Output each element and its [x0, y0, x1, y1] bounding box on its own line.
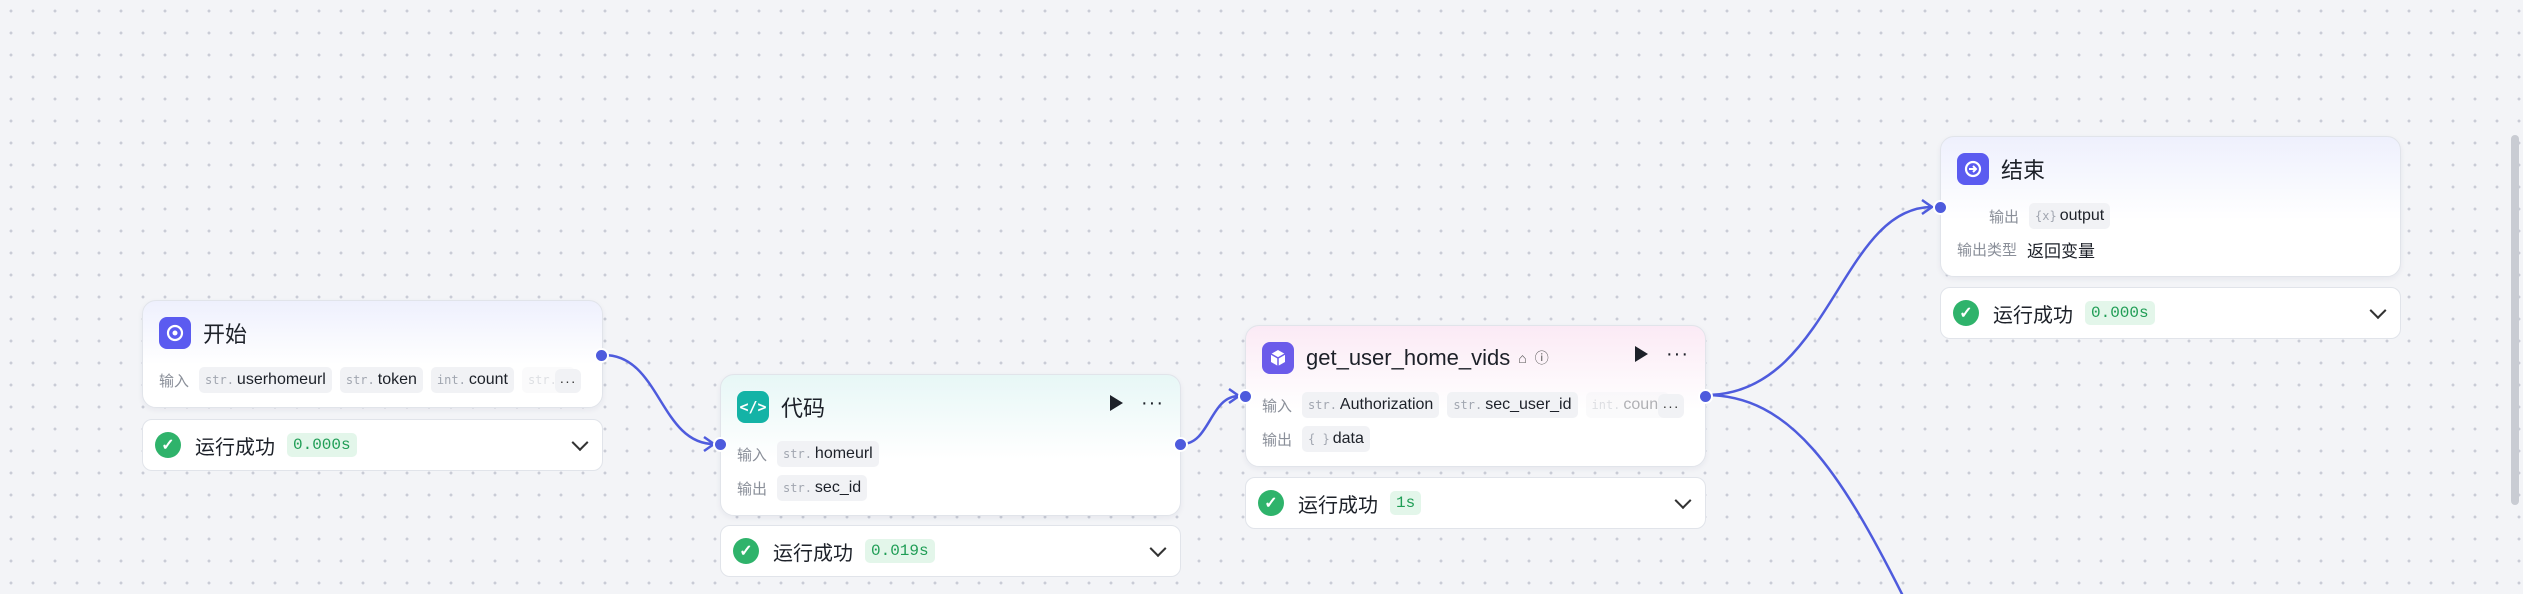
more-options-icon[interactable]: ··· [1666, 344, 1689, 364]
end-node-header: 结束 [1957, 153, 2045, 185]
more-inputs-button[interactable]: ··· [1658, 394, 1684, 418]
end-node-title: 结束 [2001, 158, 2046, 183]
start-output-port[interactable] [594, 348, 609, 363]
wire-plugin-to-offscreen [1705, 393, 1904, 594]
output-tag: {x} output [2029, 203, 2111, 229]
more-options-icon[interactable]: ··· [1141, 393, 1164, 413]
wire-plugin-to-end [1705, 205, 1933, 397]
end-input-port[interactable] [1933, 200, 1948, 215]
input-tag: str. sec_user_id [1447, 392, 1578, 418]
vertical-scrollbar[interactable] [2511, 135, 2519, 505]
code-output-port[interactable] [1173, 437, 1188, 452]
input-tag-truncated: int. count [1585, 392, 1669, 418]
chevron-down-icon[interactable] [1674, 492, 1692, 510]
arrow-plugin-to-end [1921, 198, 1935, 216]
code-icon: </> [737, 391, 769, 423]
code-node-inputs: 输入 str. homeurl [737, 441, 887, 467]
end-node-output-type: 输出类型 返回变量 [1957, 237, 2095, 262]
status-time-badge: 0.019s [865, 539, 935, 563]
plugin-input-port[interactable] [1238, 389, 1253, 404]
plugin-node-actions: ··· [1635, 344, 1689, 364]
input-tag: str. Authorization [1302, 392, 1440, 418]
input-label: 输入 [159, 372, 190, 390]
start-icon [159, 317, 191, 349]
code-input-port[interactable] [713, 437, 728, 452]
chevron-down-icon[interactable] [2369, 302, 2387, 320]
start-status-bar[interactable]: ✓ 运行成功 0.000s [142, 419, 603, 471]
plugin-node-header: get_user_home_vids ⌂ ⓘ [1262, 342, 1549, 374]
status-text: 运行成功 [195, 436, 275, 459]
plugin-node-outputs: 输出 { } data [1262, 426, 1378, 452]
plugin-output-port[interactable] [1698, 389, 1713, 404]
info-icon[interactable]: ⓘ [1535, 348, 1549, 368]
input-label: 输入 [737, 446, 768, 464]
status-time-badge: 1s [1390, 491, 1422, 515]
start-node-header: 开始 [159, 317, 247, 349]
success-check-icon: ✓ [155, 432, 181, 458]
wire-start-to-code [603, 353, 715, 446]
start-node-title: 开始 [203, 322, 248, 347]
wire-code-to-plugin [1181, 394, 1240, 446]
status-text: 运行成功 [1298, 494, 1378, 517]
run-play-icon[interactable] [1110, 395, 1124, 411]
code-node-actions: ··· [1110, 393, 1164, 413]
chevron-down-icon[interactable] [1149, 540, 1167, 558]
code-node-header: </> 代码 [737, 391, 825, 423]
status-text: 运行成功 [773, 542, 853, 565]
input-tag: str. token [339, 367, 423, 393]
output-tag: str. sec_id [777, 475, 868, 501]
code-node-outputs: 输出 str. sec_id [737, 475, 875, 501]
end-node-outputs: 输出 {x} output [1989, 203, 2118, 229]
output-label: 输出 [1262, 431, 1293, 449]
status-time-badge: 0.000s [287, 433, 357, 457]
plugin-cube-icon [1262, 342, 1294, 374]
end-icon [1957, 153, 1989, 185]
input-label: 输入 [1262, 397, 1293, 415]
status-text: 运行成功 [1993, 304, 2073, 327]
output-label: 输出 [737, 480, 768, 498]
start-node[interactable]: 开始 输入 str. userhomeurl str. token int. coun… [142, 300, 603, 408]
start-node-inputs: 输入 str. userhomeurl str. token int. count s… [159, 367, 583, 393]
input-tag: str. homeurl [777, 441, 879, 467]
run-play-icon[interactable] [1635, 346, 1649, 362]
plugin-status-bar[interactable]: ✓ 运行成功 1s [1245, 477, 1706, 529]
plugin-node-inputs: 输入 str. Authorization str. sec_user_id int… [1262, 392, 1677, 418]
output-tag: { } data [1302, 426, 1370, 452]
input-tag: str. userhomeurl [199, 367, 332, 393]
chevron-down-icon[interactable] [571, 434, 589, 452]
code-node[interactable]: </> 代码 ··· 输入 str. homeurl 输出 str. sec_id [720, 374, 1181, 516]
status-time-badge: 0.000s [2085, 301, 2155, 325]
success-check-icon: ✓ [1258, 490, 1284, 516]
code-node-title: 代码 [781, 396, 826, 421]
output-type-value: 返回变量 [2027, 242, 2096, 261]
input-tag: int. count [430, 367, 514, 393]
plugin-node[interactable]: get_user_home_vids ⌂ ⓘ ··· 输入 str. Author… [1245, 325, 1706, 467]
output-label: 输出 [1989, 208, 2020, 226]
code-status-bar[interactable]: ✓ 运行成功 0.019s [720, 525, 1181, 577]
success-check-icon: ✓ [1953, 300, 1979, 326]
output-type-label: 输出类型 [1957, 242, 2018, 259]
end-node[interactable]: 结束 输出 {x} output 输出类型 返回变量 [1940, 136, 2401, 277]
more-inputs-button[interactable]: ··· [555, 369, 581, 393]
success-check-icon: ✓ [733, 538, 759, 564]
store-icon: ⌂ [1518, 350, 1527, 366]
end-status-bar[interactable]: ✓ 运行成功 0.000s [1940, 287, 2401, 339]
plugin-node-title: get_user_home_vids [1306, 345, 1511, 370]
